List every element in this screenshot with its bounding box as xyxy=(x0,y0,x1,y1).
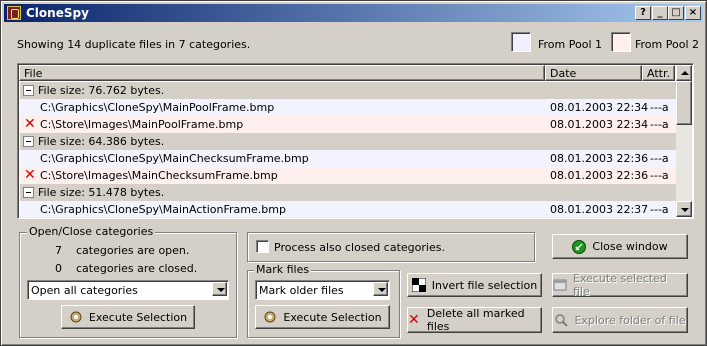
clonespy-window: CloneSpy ? _ □ × Showing 14 duplicate fi… xyxy=(0,0,707,346)
explore-folder-button[interactable]: Explore folder of file xyxy=(552,307,688,333)
green-check-icon xyxy=(572,239,587,254)
closed-label: categories are closed. xyxy=(76,262,198,275)
collapse-icon[interactable] xyxy=(23,85,34,96)
execute-mark-button[interactable]: Execute Selection xyxy=(255,305,390,329)
file-attr: ---a xyxy=(650,203,669,216)
process-closed-checkbox[interactable] xyxy=(256,240,269,253)
title-bar[interactable]: CloneSpy ? _ □ × xyxy=(4,4,703,22)
window-title: CloneSpy xyxy=(26,6,89,20)
help-button[interactable]: ? xyxy=(635,6,651,20)
vertical-scrollbar[interactable] xyxy=(676,65,692,217)
column-header-date[interactable]: Date xyxy=(545,65,642,81)
file-attr: ---a xyxy=(650,152,669,165)
summary-text: Showing 14 duplicate files in 7 categori… xyxy=(17,38,251,51)
column-header-file[interactable]: File xyxy=(19,65,545,81)
scroll-down-button[interactable] xyxy=(676,201,692,217)
delete-marked-button[interactable]: ✕ Delete all marked files xyxy=(407,307,542,333)
duplicates-list[interactable]: File Date Attr. File size: 76.762 bytes.… xyxy=(17,63,694,219)
process-closed-label: Process also closed categories. xyxy=(274,241,445,254)
closed-count: 0 xyxy=(55,262,62,275)
scroll-thumb[interactable] xyxy=(676,81,692,125)
open-count: 7 xyxy=(55,244,62,257)
file-row[interactable]: ✕ C:\Store\Images\MainChecksumFrame.bmp … xyxy=(20,167,677,184)
gear-icon xyxy=(263,310,277,324)
file-date: 08.01.2003 22:36 xyxy=(550,152,649,165)
chevron-down-icon[interactable] xyxy=(212,282,227,296)
close-window-button[interactable]: Close window xyxy=(552,234,688,259)
pool2-color-swatch xyxy=(611,32,631,52)
file-path: C:\Graphics\CloneSpy\MainActionFrame.bmp xyxy=(40,203,286,216)
file-path: C:\Store\Images\MainChecksumFrame.bmp xyxy=(40,169,278,182)
magnifier-icon xyxy=(554,313,569,327)
file-date: 08.01.2003 22:34 xyxy=(550,118,649,131)
scroll-up-button[interactable] xyxy=(676,65,692,81)
open-categories-combo[interactable]: Open all categories xyxy=(27,280,229,300)
file-path: C:\Graphics\CloneSpy\MainChecksumFrame.b… xyxy=(40,152,309,165)
mark-files-combo[interactable]: Mark older files xyxy=(255,280,390,300)
execute-file-button[interactable]: Execute selected file xyxy=(552,272,688,298)
file-path: C:\Store\Images\MainPoolFrame.bmp xyxy=(40,118,244,131)
file-attr: ---a xyxy=(650,101,669,114)
file-row[interactable]: ✕ C:\Store\Images\MainPoolFrame.bmp 08.0… xyxy=(20,116,677,133)
file-path: C:\Graphics\CloneSpy\MainPoolFrame.bmp xyxy=(40,101,275,114)
file-attr: ---a xyxy=(650,118,669,131)
delete-mark-icon: ✕ xyxy=(24,116,36,132)
open-close-group-label: Open/Close categories xyxy=(27,225,156,238)
file-row[interactable]: C:\Graphics\CloneSpy\MainPoolFrame.bmp 0… xyxy=(20,99,677,116)
file-row[interactable]: C:\Graphics\CloneSpy\MainChecksumFrame.b… xyxy=(20,150,677,167)
column-header-attr[interactable]: Attr. xyxy=(642,65,675,81)
window-icon xyxy=(553,278,567,292)
category-row[interactable]: File size: 51.478 bytes. xyxy=(20,184,677,201)
execute-categories-button[interactable]: Execute Selection xyxy=(61,305,195,329)
pool2-legend-label: From Pool 2 xyxy=(635,38,700,51)
file-date: 08.01.2003 22:34 xyxy=(550,101,649,114)
mark-files-group-label: Mark files xyxy=(254,263,312,276)
file-date: 08.01.2003 22:36 xyxy=(550,169,649,182)
invert-selection-button[interactable]: Invert file selection xyxy=(407,273,542,297)
chevron-down-icon[interactable] xyxy=(373,282,388,296)
file-date: 08.01.2003 22:37 xyxy=(550,203,649,216)
open-label: categories are open. xyxy=(76,244,190,257)
category-row[interactable]: File size: 64.386 bytes. xyxy=(20,133,677,150)
file-attr: ---a xyxy=(650,169,669,182)
category-row[interactable]: File size: 76.762 bytes. xyxy=(20,82,677,99)
app-icon[interactable] xyxy=(7,6,21,20)
close-title-button[interactable]: × xyxy=(685,6,701,20)
delete-mark-icon: ✕ xyxy=(24,167,36,183)
collapse-icon[interactable] xyxy=(23,136,34,147)
maximize-button[interactable]: □ xyxy=(668,6,684,20)
file-row[interactable]: C:\Graphics\CloneSpy\MainActionFrame.bmp… xyxy=(20,201,677,218)
collapse-icon[interactable] xyxy=(23,187,34,198)
minimize-button[interactable]: _ xyxy=(652,6,668,20)
pool1-color-swatch xyxy=(511,32,531,52)
pool1-legend-label: From Pool 1 xyxy=(538,38,603,51)
gear-icon xyxy=(69,310,83,324)
invert-icon xyxy=(411,277,427,293)
delete-icon: ✕ xyxy=(408,312,420,328)
